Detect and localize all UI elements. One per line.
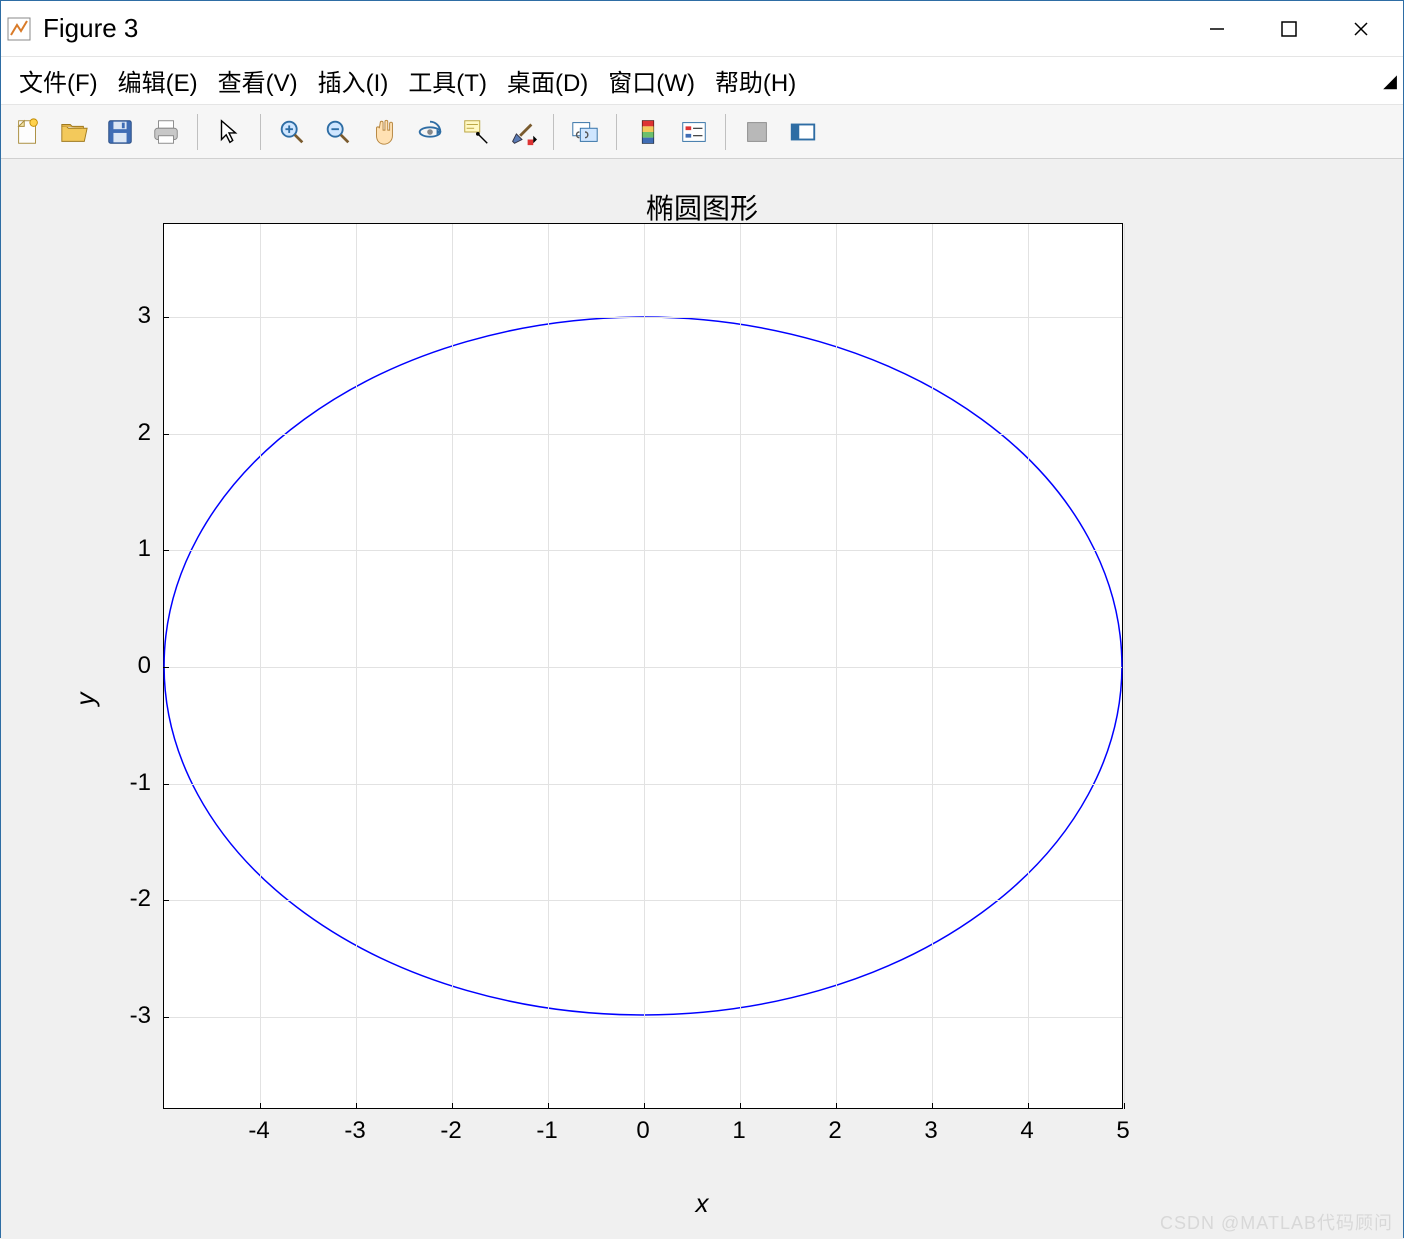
axes[interactable] [163, 223, 1123, 1109]
dock-arrow-icon[interactable]: ◢ [1383, 71, 1397, 92]
menu-edit[interactable]: 编辑(E) [108, 63, 208, 98]
open-icon[interactable] [53, 111, 95, 153]
hide-tools-icon[interactable] [736, 111, 778, 153]
menubar: 文件(F) 编辑(E) 查看(V) 插入(I) 工具(T) 桌面(D) 窗口(W… [1, 57, 1403, 105]
zoom-in-icon[interactable] [271, 111, 313, 153]
x-tick-label: 0 [636, 1117, 649, 1145]
y-axis-label: y [70, 693, 101, 706]
zoom-out-icon[interactable] [317, 111, 359, 153]
watermark: CSDN @MATLAB代码顾问 [1160, 1209, 1393, 1235]
x-tick-label: 4 [1020, 1117, 1033, 1145]
menu-window[interactable]: 窗口(W) [598, 63, 705, 98]
x-tick-label: -4 [248, 1117, 269, 1145]
save-icon[interactable] [99, 111, 141, 153]
menu-insert[interactable]: 插入(I) [308, 63, 399, 98]
pan-icon[interactable] [363, 111, 405, 153]
x-tick-label: -2 [440, 1117, 461, 1145]
y-tick-label: 2 [138, 419, 151, 447]
x-tick-label: -1 [536, 1117, 557, 1145]
titlebar: Figure 3 [1, 1, 1403, 57]
menu-tools[interactable]: 工具(T) [398, 63, 497, 98]
menu-file[interactable]: 文件(F) [9, 63, 108, 98]
menu-help[interactable]: 帮助(H) [705, 63, 806, 98]
datacursor-icon[interactable] [455, 111, 497, 153]
chart-title: 椭圆图形 [1, 187, 1403, 227]
x-tick-label: 5 [1116, 1117, 1129, 1145]
rotate3d-icon[interactable] [409, 111, 451, 153]
ellipse-plot [164, 224, 1122, 1108]
show-tools-icon[interactable] [782, 111, 824, 153]
x-tick-label: 1 [732, 1117, 745, 1145]
close-button[interactable] [1325, 1, 1397, 57]
figure-area[interactable]: 椭圆图形 y x -4-3-2-1012345 -3-2-10123 CSDN … [1, 159, 1403, 1239]
y-tick-label: 3 [138, 302, 151, 330]
pointer-icon[interactable] [208, 111, 250, 153]
y-tick-label: 0 [138, 652, 151, 680]
minimize-button[interactable] [1181, 1, 1253, 57]
x-tick-label: 3 [924, 1117, 937, 1145]
new-figure-icon[interactable] [7, 111, 49, 153]
legend-icon[interactable] [673, 111, 715, 153]
x-tick-label: -3 [344, 1117, 365, 1145]
menu-view[interactable]: 查看(V) [208, 63, 308, 98]
window-title: Figure 3 [43, 13, 138, 44]
x-tick-label: 2 [828, 1117, 841, 1145]
y-tick-label: -1 [130, 769, 151, 797]
menu-desktop[interactable]: 桌面(D) [497, 63, 598, 98]
link-icon[interactable] [564, 111, 606, 153]
colorbar-icon[interactable] [627, 111, 669, 153]
toolbar [1, 105, 1403, 159]
series-ellipse [164, 317, 1122, 1015]
print-icon[interactable] [145, 111, 187, 153]
matlab-figure-icon [7, 17, 31, 41]
maximize-button[interactable] [1253, 1, 1325, 57]
y-tick-label: -2 [130, 885, 151, 913]
y-tick-label: 1 [138, 535, 151, 563]
y-tick-label: -3 [130, 1002, 151, 1030]
brush-icon[interactable] [501, 111, 543, 153]
